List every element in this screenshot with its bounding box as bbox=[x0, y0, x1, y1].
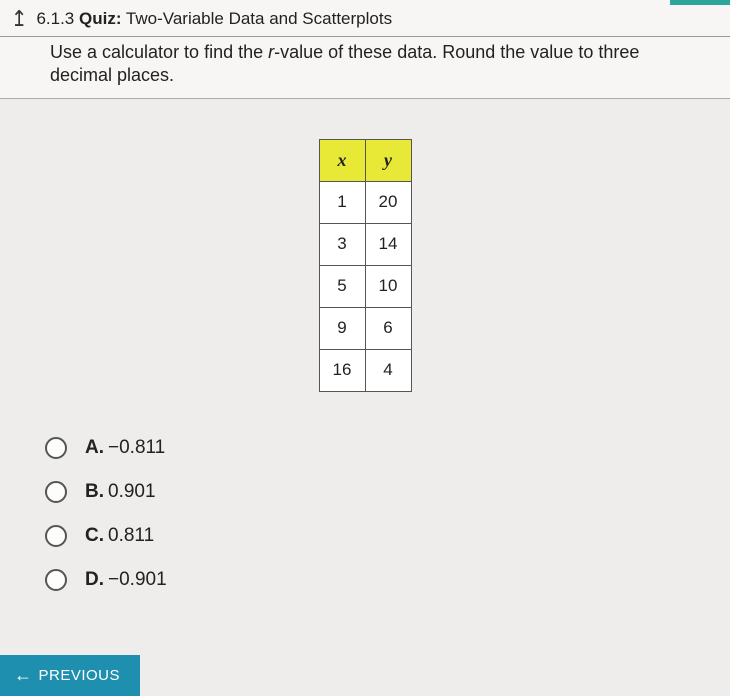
answer-option-d[interactable]: D.−0.901 bbox=[45, 569, 730, 591]
answer-option-b[interactable]: B.0.901 bbox=[45, 481, 730, 503]
answer-list: A.−0.811 B.0.901 C.0.811 D.−0.901 bbox=[0, 417, 730, 591]
table-header-row: x y bbox=[319, 139, 411, 181]
cell-y: 6 bbox=[365, 307, 411, 349]
section-number: 6.1.3 bbox=[36, 9, 74, 28]
answer-option-a[interactable]: A.−0.811 bbox=[45, 437, 730, 459]
cell-x: 16 bbox=[319, 349, 365, 391]
radio-icon[interactable] bbox=[45, 437, 67, 459]
back-arrow-icon[interactable]: ↥ bbox=[11, 6, 28, 32]
answer-letter: B. bbox=[85, 481, 104, 502]
cell-x: 1 bbox=[319, 181, 365, 223]
answer-text: A.−0.811 bbox=[85, 437, 165, 459]
answer-text: C.0.811 bbox=[85, 525, 154, 547]
answer-letter: D. bbox=[85, 569, 104, 590]
data-table: x y 1 20 3 14 5 10 9 6 16 4 bbox=[319, 139, 412, 392]
question-part1: Use a calculator to find the bbox=[50, 42, 268, 62]
radio-icon[interactable] bbox=[45, 481, 67, 503]
cell-x: 5 bbox=[319, 265, 365, 307]
table-row: 5 10 bbox=[319, 265, 411, 307]
question-area: Use a calculator to find the r-value of … bbox=[0, 37, 730, 99]
radio-icon[interactable] bbox=[45, 525, 67, 547]
cell-y: 10 bbox=[365, 265, 411, 307]
answer-text: D.−0.901 bbox=[85, 569, 167, 591]
col-header-y: y bbox=[365, 139, 411, 181]
table-row: 9 6 bbox=[319, 307, 411, 349]
answer-letter: A. bbox=[85, 437, 104, 458]
answer-value: −0.811 bbox=[108, 437, 165, 458]
answer-value: 0.901 bbox=[108, 481, 156, 502]
previous-button[interactable]: ← PREVIOUS bbox=[0, 655, 140, 696]
quiz-header: ↥ 6.1.3 Quiz: Two-Variable Data and Scat… bbox=[0, 0, 730, 37]
answer-option-c[interactable]: C.0.811 bbox=[45, 525, 730, 547]
cell-y: 20 bbox=[365, 181, 411, 223]
cell-y: 14 bbox=[365, 223, 411, 265]
cell-x: 3 bbox=[319, 223, 365, 265]
quiz-title-line: 6.1.3 Quiz: Two-Variable Data and Scatte… bbox=[36, 9, 392, 29]
cell-x: 9 bbox=[319, 307, 365, 349]
table-row: 3 14 bbox=[319, 223, 411, 265]
arrow-left-icon: ← bbox=[14, 665, 33, 686]
data-table-wrap: x y 1 20 3 14 5 10 9 6 16 4 bbox=[0, 99, 730, 417]
answer-value: −0.901 bbox=[108, 569, 167, 590]
accent-bar bbox=[670, 0, 730, 5]
cell-y: 4 bbox=[365, 349, 411, 391]
col-header-x: x bbox=[319, 139, 365, 181]
previous-label: PREVIOUS bbox=[39, 667, 121, 684]
quiz-title: Two-Variable Data and Scatterplots bbox=[126, 9, 392, 28]
question-text: Use a calculator to find the r-value of … bbox=[50, 41, 695, 88]
answer-value: 0.811 bbox=[108, 525, 154, 546]
quiz-label-bold: Quiz: bbox=[79, 9, 122, 28]
answer-letter: C. bbox=[85, 525, 104, 546]
table-row: 16 4 bbox=[319, 349, 411, 391]
radio-icon[interactable] bbox=[45, 569, 67, 591]
answer-text: B.0.901 bbox=[85, 481, 156, 503]
table-row: 1 20 bbox=[319, 181, 411, 223]
